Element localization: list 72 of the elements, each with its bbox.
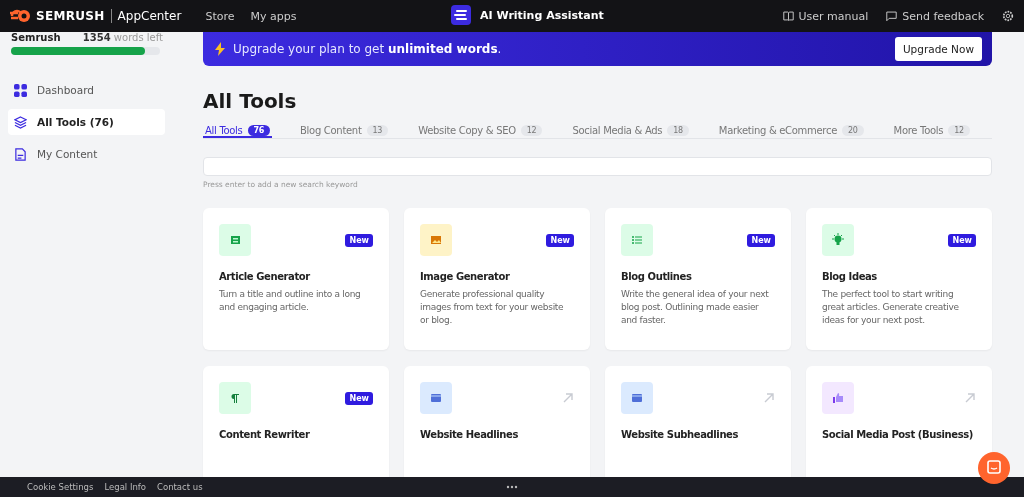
category-tab[interactable]: Marketing & eCommerce 20 [716,123,866,138]
card-title: Article Generator [219,271,311,282]
tool-card[interactable]: Website Subheadlines [605,366,791,477]
category-tab[interactable]: All Tools 76 [203,123,273,138]
footer-link[interactable]: Legal Info [104,482,146,492]
tool-card[interactable]: New Article Generator Turn a title and outline into a long and engaging article. [203,208,389,350]
card-description: Generate professional quality images from text for your website or blog. [420,288,565,327]
header-link[interactable]: Send feedback [886,9,984,23]
chat-bubble-icon [886,11,898,21]
tool-icon [822,382,854,414]
tool-card[interactable]: New Blog Ideas The perfect tool to start writing great articles. Generate creative ideas for your next post. [806,208,992,350]
nav-link[interactable]: Store [205,9,235,23]
tool-icon [822,224,854,256]
chat-button[interactable] [978,452,1010,484]
tool-icon [420,382,452,414]
card-description: The perfect tool to start writing great articles. Generate creative ideas for your next post. [822,288,960,327]
search-field[interactable] [203,157,992,176]
settings-icon[interactable] [1002,10,1014,22]
document-icon [14,147,27,161]
book-icon [782,11,794,21]
card-title: Website Subheadlines [621,429,740,440]
new-badge: New [747,233,775,247]
card-title: Content Rewriter [219,429,311,440]
account-name: Semrush [11,32,61,43]
new-badge: New [345,233,373,247]
app-title: AI Writing Assistant [480,8,604,22]
tool-icon [420,224,452,256]
upgrade-button[interactable]: Upgrade Now [894,37,982,61]
card-title: Social Media Post (Business) [822,429,974,440]
brand-subtitle: AppCenter [117,9,182,23]
card-description: Turn a title and outline into a long and engaging article. [219,288,362,314]
tool-card[interactable]: Website Headlines [404,366,590,477]
card-title: Website Headlines [420,429,519,440]
lightning-icon [215,42,225,56]
card-title: Blog Outlines [621,271,693,282]
card-title: Image Generator [420,271,511,282]
banner-text: Upgrade your plan to get unlimited words. [233,42,503,56]
tool-card[interactable]: New Image Generator Generate professional quality images from text for your website or blog. [404,208,590,350]
new-badge: New [345,391,373,405]
card-description: Write the general idea of your next blog post. Outlining made easier and faster. [621,288,770,327]
sidebar-item[interactable]: My Content [8,141,165,167]
sidebar-item[interactable]: All Tools (76) [8,109,165,135]
category-tab[interactable]: Website Copy & SEO 12 [416,123,545,138]
category-tab[interactable]: Blog Content 13 [298,123,391,138]
logo-icon [10,9,32,23]
tool-icon [621,382,653,414]
more-icon[interactable] [506,485,518,489]
nav-link[interactable]: My apps [250,9,297,23]
arrow-icon [964,392,976,404]
arrow-icon [763,392,775,404]
tool-card[interactable]: New Content Rewriter [203,366,389,477]
category-tab[interactable]: More Tools 12 [891,123,972,138]
new-badge: New [546,233,574,247]
footer-link[interactable]: Cookie Settings [27,482,94,492]
tool-icon [621,224,653,256]
grid-icon [14,83,27,97]
tool-icon [219,382,251,414]
layers-icon [14,115,27,129]
arrow-icon [562,392,574,404]
header-link[interactable]: User manual [782,9,869,23]
words-left: 1354 words left [82,32,163,43]
sidebar-item[interactable]: Dashboard [8,77,165,103]
page-title: All Tools [203,89,298,113]
footer-link[interactable]: Contact us [157,482,203,492]
card-title: Blog Ideas [822,271,878,282]
tool-card[interactable]: Social Media Post (Business) [806,366,992,477]
brand-name: SEMRUSH [36,9,105,23]
tool-icon [219,224,251,256]
new-badge: New [948,233,976,247]
category-tab[interactable]: Social Media & Ads 18 [570,123,691,138]
tool-card[interactable]: New Blog Outlines Write the general idea of your next blog post. Outlining made easier and faster. [605,208,791,350]
app-logo-icon [451,5,471,25]
